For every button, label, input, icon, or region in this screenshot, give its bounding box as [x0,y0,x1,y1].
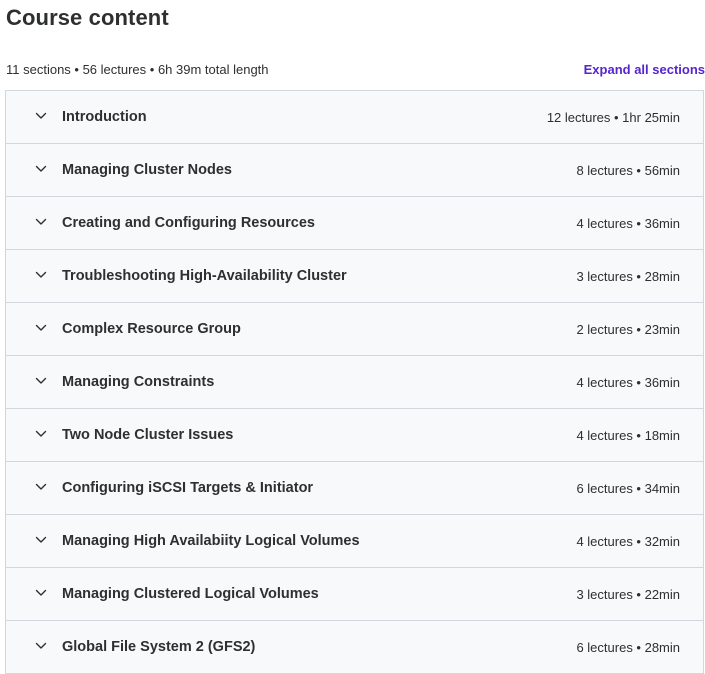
chevron-down-icon [35,640,47,652]
section-item-managing-cluster-nodes[interactable]: Managing Cluster Nodes 8 lectures • 56mi… [6,144,703,197]
chevron-down-icon [35,216,47,228]
section-meta: 4 lectures • 18min [576,427,680,443]
section-item-managing-ha-logical-volumes[interactable]: Managing High Availabiity Logical Volume… [6,515,703,568]
section-meta: 6 lectures • 34min [576,480,680,496]
chevron-down-icon [35,534,47,546]
section-meta: 4 lectures • 32min [576,533,680,549]
page-title: Course content [6,5,169,30]
section-title: Two Node Cluster Issues [62,427,234,443]
chevron-down-icon [35,587,47,599]
section-title: Introduction [62,109,147,125]
section-meta: 2 lectures • 23min [576,321,680,337]
chevron-down-icon [35,322,47,334]
section-item-two-node-cluster-issues[interactable]: Two Node Cluster Issues 4 lectures • 18m… [6,409,703,462]
course-summary: 11 sections • 56 lectures • 6h 39m total… [6,62,269,77]
section-title: Managing Cluster Nodes [62,162,232,178]
sections-list: Introduction 12 lectures • 1hr 25min Man… [5,90,704,674]
expand-all-sections-button[interactable]: Expand all sections [584,62,705,77]
section-title: Complex Resource Group [62,321,241,337]
chevron-down-icon [35,110,47,122]
chevron-down-icon [35,481,47,493]
section-meta: 12 lectures • 1hr 25min [546,109,680,125]
section-title: Managing Constraints [62,374,215,390]
section-meta: 3 lectures • 22min [576,586,680,602]
section-meta: 3 lectures • 28min [576,268,680,284]
section-item-managing-constraints[interactable]: Managing Constraints 4 lectures • 36min [6,356,703,409]
section-title: Configuring iSCSI Targets & Initiator [62,480,314,496]
section-meta: 4 lectures • 36min [576,374,680,390]
section-title: Global File System 2 (GFS2) [62,639,256,655]
section-meta: 4 lectures • 36min [576,215,680,231]
section-meta: 8 lectures • 56min [576,162,680,178]
section-item-gfs2[interactable]: Global File System 2 (GFS2) 6 lectures •… [6,621,703,673]
section-item-introduction[interactable]: Introduction 12 lectures • 1hr 25min [6,91,703,144]
section-title: Managing Clustered Logical Volumes [62,586,319,602]
section-meta: 6 lectures • 28min [576,639,680,655]
section-title: Creating and Configuring Resources [62,215,315,231]
section-item-managing-clustered-logical-volumes[interactable]: Managing Clustered Logical Volumes 3 lec… [6,568,703,621]
section-title: Managing High Availabiity Logical Volume… [62,533,360,549]
section-item-configuring-iscsi[interactable]: Configuring iSCSI Targets & Initiator 6 … [6,462,703,515]
chevron-down-icon [35,375,47,387]
chevron-down-icon [35,163,47,175]
section-title: Troubleshooting High-Availability Cluste… [62,268,347,284]
section-item-troubleshooting-ha-cluster[interactable]: Troubleshooting High-Availability Cluste… [6,250,703,303]
section-item-complex-resource-group[interactable]: Complex Resource Group 2 lectures • 23mi… [6,303,703,356]
chevron-down-icon [35,269,47,281]
chevron-down-icon [35,428,47,440]
section-item-creating-configuring-resources[interactable]: Creating and Configuring Resources 4 lec… [6,197,703,250]
